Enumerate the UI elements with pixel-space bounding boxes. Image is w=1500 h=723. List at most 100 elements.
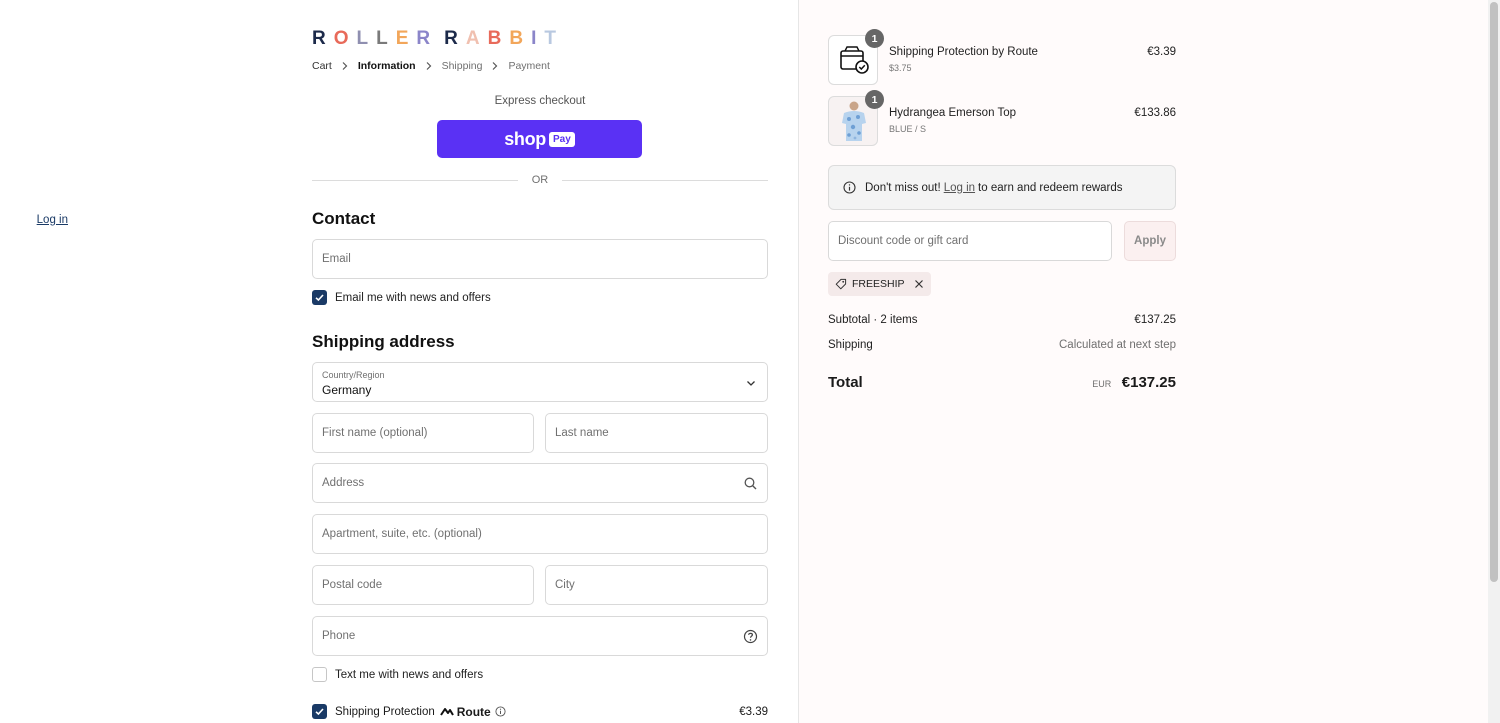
phone-field[interactable] xyxy=(312,616,768,656)
shipping-protection-price: €3.39 xyxy=(739,705,768,718)
shipping-protection-checkbox[interactable] xyxy=(312,704,327,719)
logo-letter: R xyxy=(416,28,432,49)
apartment-field[interactable] xyxy=(312,514,768,554)
chevron-right-icon xyxy=(493,62,498,70)
email-news-checkbox[interactable] xyxy=(312,290,327,305)
shipping-label: Shipping xyxy=(828,339,873,351)
item-thumbnail: 1 xyxy=(828,90,884,146)
order-item: 1 Hydrangea Emerson Top BLUE / S €133.86 xyxy=(828,90,1176,146)
item-variant: BLUE / S xyxy=(889,124,927,134)
total-row: Total EUR €137.25 xyxy=(828,374,1176,392)
last-name-input[interactable] xyxy=(546,414,767,452)
info-icon[interactable] xyxy=(495,706,506,717)
apartment-input[interactable] xyxy=(313,515,767,553)
phone-input[interactable] xyxy=(313,617,767,655)
text-news-label: Text me with news and offers xyxy=(335,668,484,681)
logo-letter: B xyxy=(487,28,503,49)
shipping-protection-label: Shipping Protection xyxy=(335,705,435,718)
shipping-protection-option[interactable]: Shipping Protection Route €3.39 xyxy=(312,704,768,719)
checkmark-icon xyxy=(315,708,324,716)
contact-heading: Contact xyxy=(312,209,376,228)
subtotal-row: Subtotal · 2 items €137.25 xyxy=(828,314,1176,326)
divider-line xyxy=(312,179,518,181)
breadcrumb-cart[interactable]: Cart xyxy=(312,60,332,72)
divider-line xyxy=(562,179,768,181)
info-icon xyxy=(843,181,856,194)
quantity-badge: 1 xyxy=(865,90,884,109)
address-input[interactable] xyxy=(313,464,767,502)
help-icon[interactable] xyxy=(743,629,758,644)
city-input[interactable] xyxy=(546,566,767,604)
breadcrumb-information: Information xyxy=(357,60,416,72)
breadcrumb-shipping: Shipping xyxy=(441,60,483,72)
shop-pay-wordmark: shop xyxy=(504,128,546,149)
logo-letter: O xyxy=(333,28,350,49)
logo-letter: B xyxy=(509,28,525,49)
chevron-down-icon xyxy=(747,381,755,386)
or-divider: OR xyxy=(312,172,768,188)
country-select[interactable]: Country/Region Germany xyxy=(312,362,768,402)
login-link[interactable]: Log in xyxy=(37,214,68,226)
shipping-address-heading: Shipping address xyxy=(312,332,455,351)
first-name-input[interactable] xyxy=(313,414,533,452)
email-news-label: Email me with news and offers xyxy=(335,291,491,304)
first-name-field[interactable] xyxy=(312,413,534,453)
discount-field[interactable] xyxy=(828,221,1112,261)
breadcrumb: Cart Information Shipping Payment xyxy=(312,60,550,72)
subtotal-label: Subtotal · 2 items xyxy=(828,314,918,326)
postal-code-input[interactable] xyxy=(313,566,533,604)
logo-letter: L xyxy=(376,28,389,49)
rewards-prefix: Don't miss out! xyxy=(865,181,941,194)
discount-tag: FREESHIP xyxy=(828,272,931,296)
last-name-field[interactable] xyxy=(545,413,768,453)
shipping-row: Shipping Calculated at next step xyxy=(828,339,1176,351)
page-scrollbar[interactable] xyxy=(1488,0,1500,723)
item-name: Shipping Protection by Route xyxy=(889,46,1038,58)
brand-logo[interactable]: ROLLERRABBIT xyxy=(312,28,557,49)
order-item: 1 Shipping Protection by Route $3.75 €3.… xyxy=(828,29,1176,85)
checkout-form-panel: ROLLERRABBIT Cart Information Shipping P… xyxy=(0,0,798,723)
total-currency: EUR xyxy=(1092,379,1112,389)
postal-code-field[interactable] xyxy=(312,565,534,605)
item-price: €3.39 xyxy=(1147,46,1176,58)
logo-letter: A xyxy=(465,28,481,49)
email-news-option[interactable]: Email me with news and offers xyxy=(312,290,491,305)
or-text: OR xyxy=(531,174,549,186)
total-label: Total xyxy=(828,374,863,391)
discount-tag-label: FREESHIP xyxy=(852,278,905,290)
rewards-suffix: to earn and redeem rewards xyxy=(978,181,1123,194)
text-news-option[interactable]: Text me with news and offers xyxy=(312,667,483,682)
country-value: Germany xyxy=(322,383,372,397)
shipping-value: Calculated at next step xyxy=(1059,339,1176,351)
route-logo-text: Route xyxy=(456,704,491,719)
route-logo-icon xyxy=(439,707,454,716)
item-thumbnail: 1 xyxy=(828,29,884,85)
close-icon[interactable] xyxy=(914,279,924,289)
checkmark-icon xyxy=(315,294,324,302)
text-news-checkbox[interactable] xyxy=(312,667,327,682)
address-field[interactable] xyxy=(312,463,768,503)
apply-discount-button[interactable]: Apply xyxy=(1124,221,1176,261)
quantity-badge: 1 xyxy=(865,29,884,48)
item-price: €133.86 xyxy=(1134,107,1176,119)
search-icon xyxy=(744,477,757,490)
scrollbar-thumb[interactable] xyxy=(1490,2,1498,582)
chevron-right-icon xyxy=(342,62,348,70)
shop-pay-button[interactable]: shop Pay xyxy=(437,120,642,158)
rewards-banner: Don't miss out! Log in to earn and redee… xyxy=(828,165,1176,210)
logo-letter: T xyxy=(544,28,557,49)
country-label: Country/Region xyxy=(322,370,385,380)
express-checkout-label: Express checkout xyxy=(494,95,586,107)
logo-letter: I xyxy=(531,28,538,49)
logo-letter: L xyxy=(356,28,370,49)
discount-input[interactable] xyxy=(829,222,1111,260)
subtotal-value: €137.25 xyxy=(1134,314,1176,326)
shop-pay-badge: Pay xyxy=(549,131,575,147)
item-variant: $3.75 xyxy=(889,63,912,73)
city-field[interactable] xyxy=(545,565,768,605)
email-input[interactable] xyxy=(313,240,767,278)
rewards-login-link[interactable]: Log in xyxy=(944,182,975,194)
email-field[interactable] xyxy=(312,239,768,279)
total-amount: €137.25 xyxy=(1121,374,1176,391)
breadcrumb-payment: Payment xyxy=(508,60,550,72)
